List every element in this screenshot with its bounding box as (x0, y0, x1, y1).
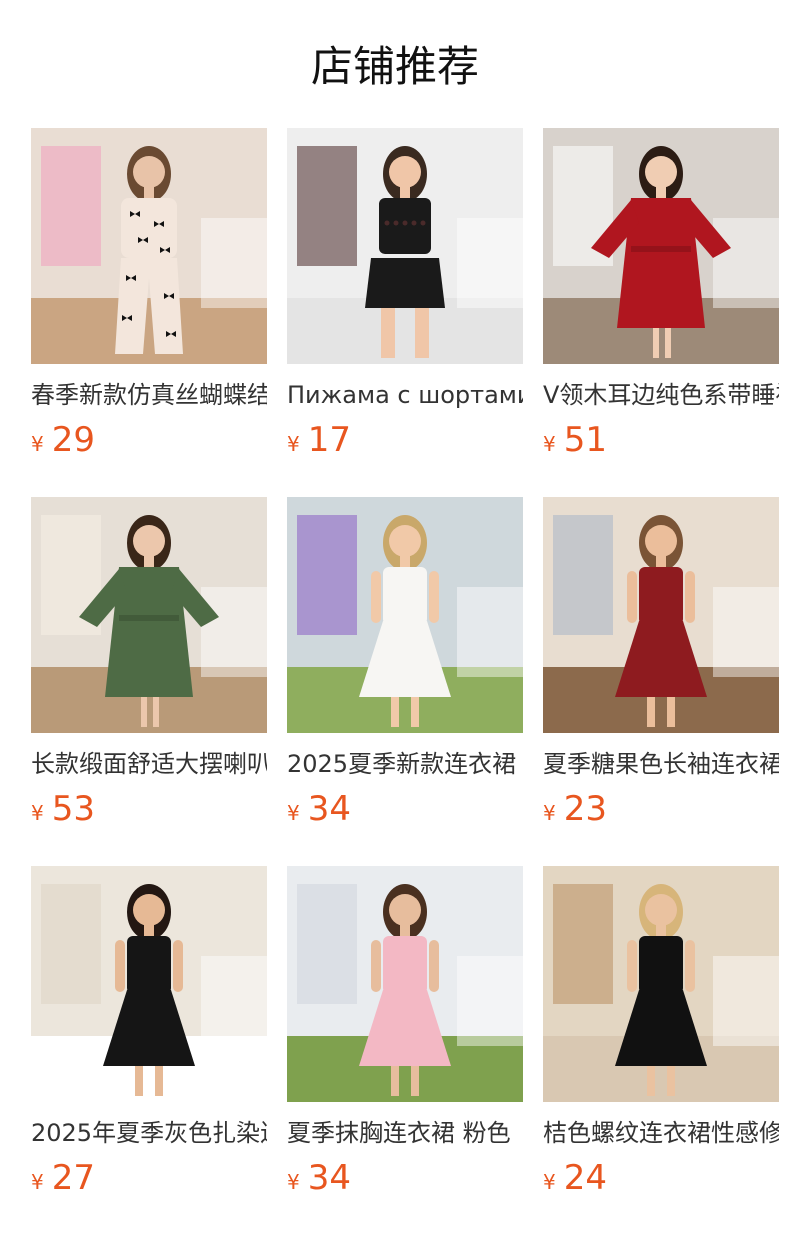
price-value: 51 (563, 420, 607, 460)
product-price: ¥34 (287, 1158, 523, 1198)
price-value: 17 (307, 420, 351, 460)
product-image[interactable] (287, 128, 523, 364)
product-image[interactable] (287, 497, 523, 733)
product-price: ¥34 (287, 789, 523, 829)
product-name[interactable]: 夏季糖果色长袖连衣裙 (543, 748, 779, 780)
product-card[interactable]: 春季新款仿真丝蝴蝶结印花睡衣 ¥29 (31, 128, 267, 497)
product-card[interactable]: 2025夏季新款连衣裙 ¥34 (287, 497, 523, 866)
price-value: 53 (51, 789, 95, 829)
currency-symbol: ¥ (31, 801, 44, 825)
price-value: 29 (51, 420, 95, 460)
price-value: 24 (563, 1158, 607, 1198)
product-price: ¥29 (31, 420, 267, 460)
product-image[interactable] (543, 128, 779, 364)
product-photo (31, 497, 267, 733)
product-name[interactable]: Пижама с шортами (287, 379, 523, 411)
product-card[interactable]: 桔色螺纹连衣裙性感修身 ¥24 (543, 866, 779, 1235)
product-image[interactable] (287, 866, 523, 1102)
product-photo (31, 128, 267, 364)
product-photo (31, 866, 267, 1102)
product-price: ¥23 (543, 789, 779, 829)
product-photo (287, 866, 523, 1102)
product-name[interactable]: 夏季抹胸连衣裙 粉色 (287, 1117, 523, 1149)
product-photo (543, 866, 779, 1102)
product-card[interactable]: 2025年夏季灰色扎染连衣裙 ¥27 (31, 866, 267, 1235)
product-photo (287, 128, 523, 364)
product-image[interactable] (31, 866, 267, 1102)
currency-symbol: ¥ (287, 432, 300, 456)
product-price: ¥53 (31, 789, 267, 829)
price-value: 23 (563, 789, 607, 829)
product-name[interactable]: 2025年夏季灰色扎染连衣裙 (31, 1117, 267, 1149)
product-image[interactable] (31, 497, 267, 733)
product-name[interactable]: V领木耳边纯色系带睡袍 (543, 379, 779, 411)
product-price: ¥51 (543, 420, 779, 460)
store-recommendations-page: 店铺推荐 春季新款仿真丝蝴蝶结印花睡衣 ¥29 Пижама с шортами… (0, 0, 790, 1234)
currency-symbol: ¥ (543, 801, 556, 825)
section-title: 店铺推荐 (310, 42, 479, 91)
product-price: ¥27 (31, 1158, 267, 1198)
currency-symbol: ¥ (543, 432, 556, 456)
product-card[interactable]: V领木耳边纯色系带睡袍 ¥51 (543, 128, 779, 497)
product-photo (287, 497, 523, 733)
product-grid: 春季新款仿真丝蝴蝶结印花睡衣 ¥29 Пижама с шортами ¥17 … (31, 128, 779, 1235)
currency-symbol: ¥ (287, 1170, 300, 1194)
currency-symbol: ¥ (287, 801, 300, 825)
product-image[interactable] (543, 866, 779, 1102)
currency-symbol: ¥ (543, 1170, 556, 1194)
price-value: 34 (307, 789, 351, 829)
currency-symbol: ¥ (31, 1170, 44, 1194)
product-name[interactable]: 2025夏季新款连衣裙 (287, 748, 523, 780)
product-photo (543, 128, 779, 364)
product-card[interactable]: Пижама с шортами ¥17 (287, 128, 523, 497)
product-name[interactable]: 桔色螺纹连衣裙性感修身 (543, 1117, 779, 1149)
product-card[interactable]: 夏季糖果色长袖连衣裙 ¥23 (543, 497, 779, 866)
product-photo (543, 497, 779, 733)
product-card[interactable]: 夏季抹胸连衣裙 粉色 ¥34 (287, 866, 523, 1235)
price-value: 34 (307, 1158, 351, 1198)
product-price: ¥17 (287, 420, 523, 460)
currency-symbol: ¥ (31, 432, 44, 456)
product-card[interactable]: 长款缎面舒适大摆喇叭袖睡袍 ¥53 (31, 497, 267, 866)
product-image[interactable] (543, 497, 779, 733)
product-image[interactable] (31, 128, 267, 364)
product-name[interactable]: 长款缎面舒适大摆喇叭袖睡袍 (31, 748, 267, 780)
price-value: 27 (51, 1158, 95, 1198)
product-name[interactable]: 春季新款仿真丝蝴蝶结印花睡衣 (31, 379, 267, 411)
product-price: ¥24 (543, 1158, 779, 1198)
